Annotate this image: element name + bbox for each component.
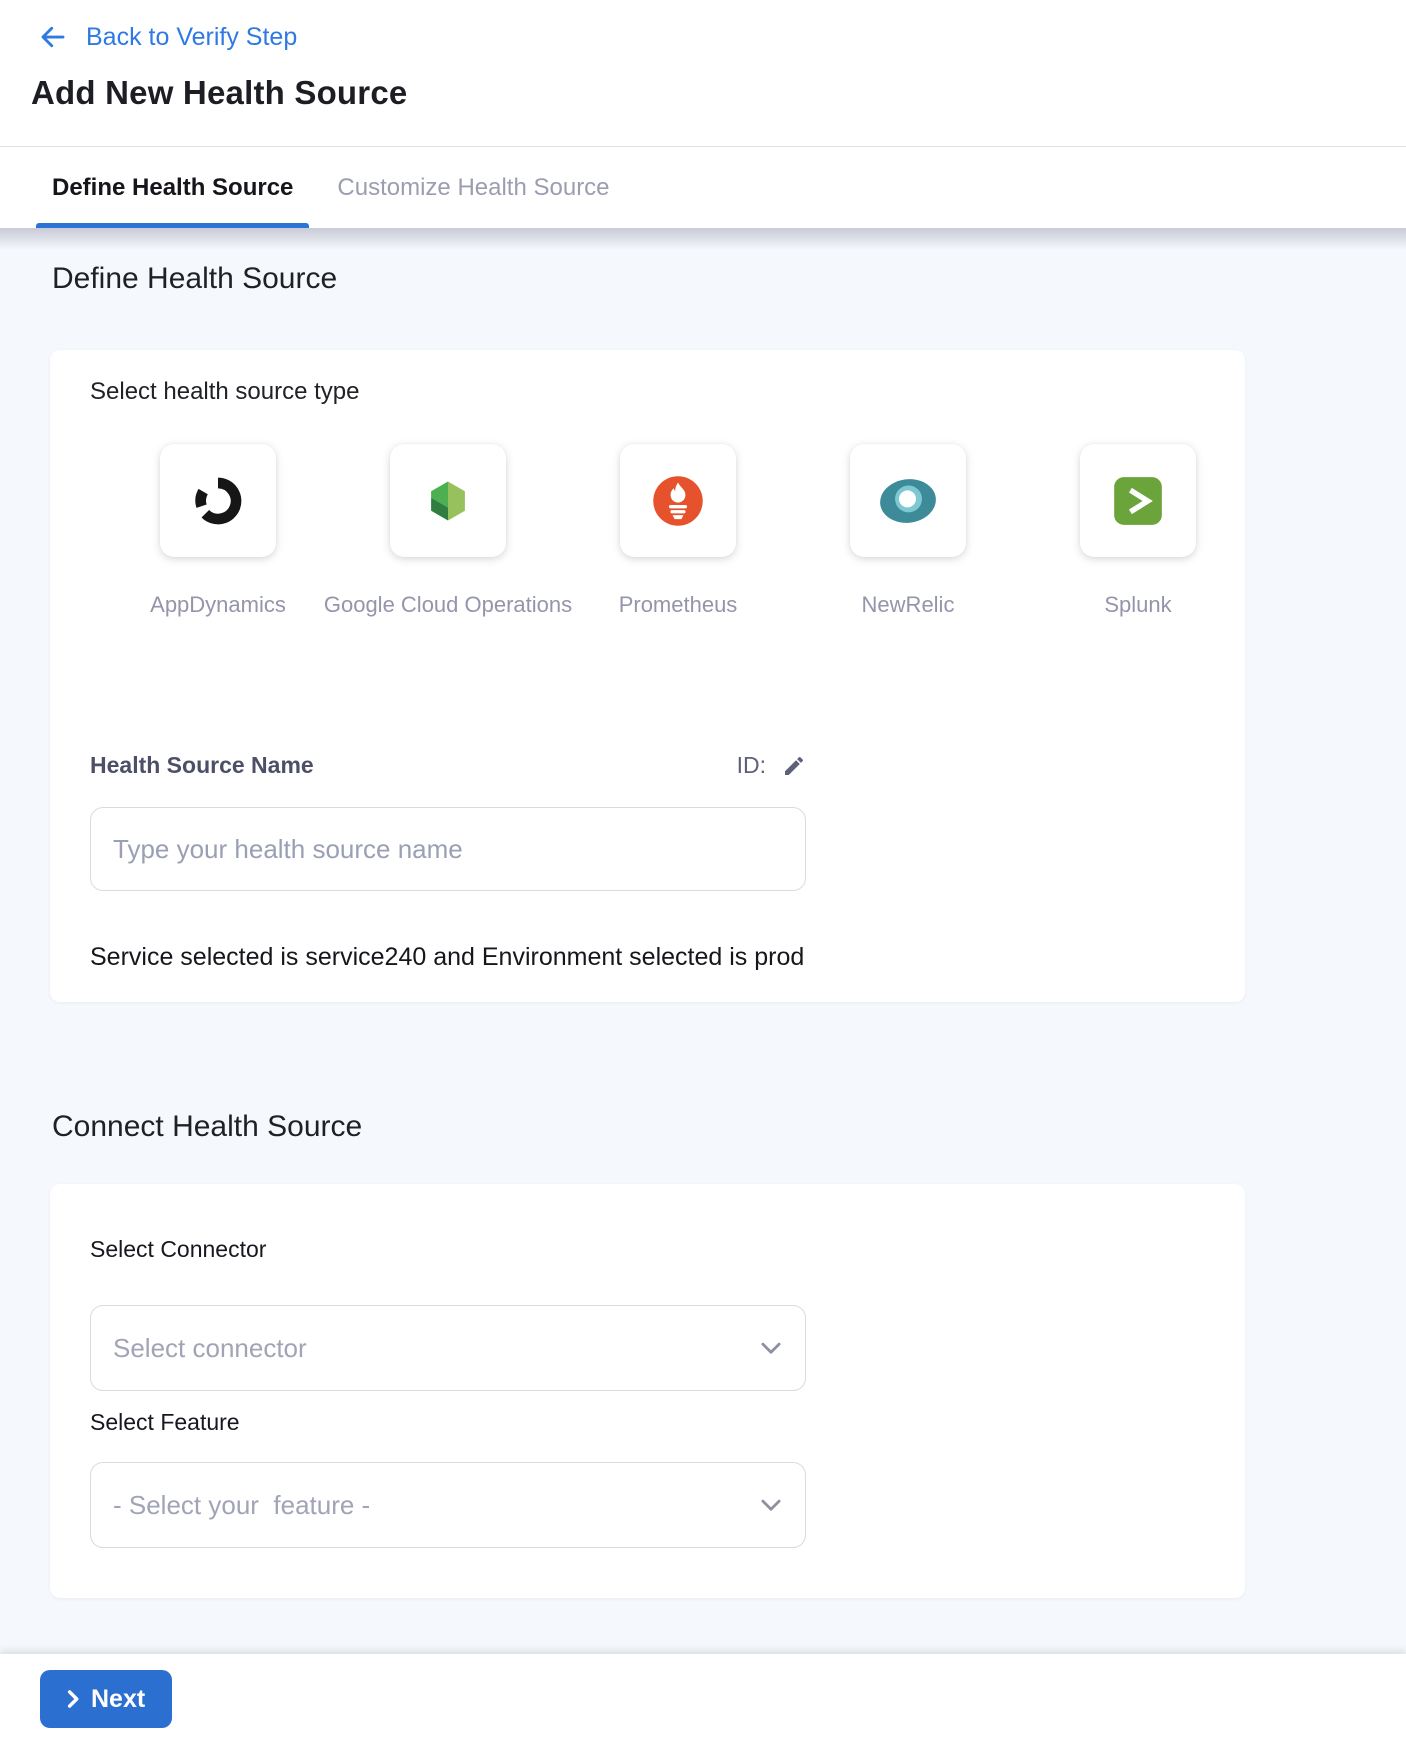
header: Back to Verify Step Add New Health Sourc…	[0, 0, 1406, 147]
define-health-source-card: Select health source type AppDynamics	[50, 350, 1245, 1002]
footer: Next	[0, 1654, 1406, 1744]
tab-bar: Define Health Source Customize Health So…	[0, 147, 1406, 228]
connect-section-heading: Connect Health Source	[52, 1110, 1406, 1144]
health-source-name-input[interactable]	[90, 807, 806, 891]
google-cloud-operations-tile[interactable]	[390, 444, 506, 557]
tile-label-appdynamics: AppDynamics	[150, 592, 286, 618]
newrelic-tile[interactable]	[850, 444, 966, 557]
pencil-icon	[782, 754, 806, 778]
chevron-down-icon	[761, 1342, 781, 1355]
newrelic-icon	[879, 478, 937, 524]
add-health-source-page: Back to Verify Step Add New Health Sourc…	[0, 0, 1406, 1744]
edit-id-button[interactable]	[782, 754, 806, 778]
feature-select-placeholder: - Select your feature -	[113, 1490, 370, 1521]
back-to-verify-step-link[interactable]: Back to Verify Step	[38, 22, 297, 52]
select-type-label: Select health source type	[90, 378, 1205, 406]
connector-select[interactable]: Select connector	[90, 1305, 806, 1391]
page-title: Add New Health Source	[31, 74, 1370, 112]
connector-select-placeholder: Select connector	[113, 1333, 307, 1364]
tile-label-splunk: Splunk	[1104, 592, 1171, 618]
splunk-tile[interactable]	[1080, 444, 1196, 557]
splunk-icon	[1112, 475, 1164, 527]
connect-health-source-card: Select Connector Select connector Select…	[50, 1184, 1245, 1598]
next-button[interactable]: Next	[40, 1670, 172, 1728]
source-option-google-cloud-operations: Google Cloud Operations	[390, 444, 506, 557]
tile-label-prometheus: Prometheus	[619, 592, 738, 618]
feature-select[interactable]: - Select your feature -	[90, 1462, 806, 1548]
tile-label-newrelic: NewRelic	[862, 592, 955, 618]
source-option-prometheus: Prometheus	[620, 444, 736, 557]
tab-define-health-source[interactable]: Define Health Source	[36, 147, 309, 228]
source-option-splunk: Splunk	[1080, 444, 1196, 557]
id-label: ID:	[737, 752, 766, 779]
back-link-label: Back to Verify Step	[86, 23, 297, 52]
content-area: Define Health Source Select health sourc…	[0, 228, 1406, 1654]
appdynamics-tile[interactable]	[160, 444, 276, 557]
define-section-heading: Define Health Source	[52, 228, 1406, 296]
health-source-name-row: Health Source Name ID:	[90, 752, 806, 779]
id-wrap: ID:	[737, 752, 806, 779]
google-cloud-operations-icon	[422, 475, 474, 527]
tile-label-google-cloud-operations: Google Cloud Operations	[324, 592, 572, 618]
tab-customize-health-source[interactable]: Customize Health Source	[337, 147, 609, 228]
next-button-label: Next	[91, 1685, 145, 1714]
health-source-name-label: Health Source Name	[90, 752, 314, 779]
appdynamics-icon	[191, 474, 245, 528]
chevron-down-icon	[761, 1499, 781, 1512]
select-connector-label: Select Connector	[90, 1236, 1205, 1263]
chevron-right-icon	[67, 1690, 80, 1708]
source-option-appdynamics: AppDynamics	[160, 444, 276, 557]
prometheus-tile[interactable]	[620, 444, 736, 557]
arrow-left-icon	[38, 22, 68, 52]
select-feature-label: Select Feature	[90, 1409, 1205, 1436]
prometheus-icon	[651, 474, 705, 528]
health-source-type-list: AppDynamics Google Cloud Operations	[160, 444, 1205, 557]
source-option-newrelic: NewRelic	[850, 444, 966, 557]
service-environment-note: Service selected is service240 and Envir…	[90, 943, 1205, 972]
